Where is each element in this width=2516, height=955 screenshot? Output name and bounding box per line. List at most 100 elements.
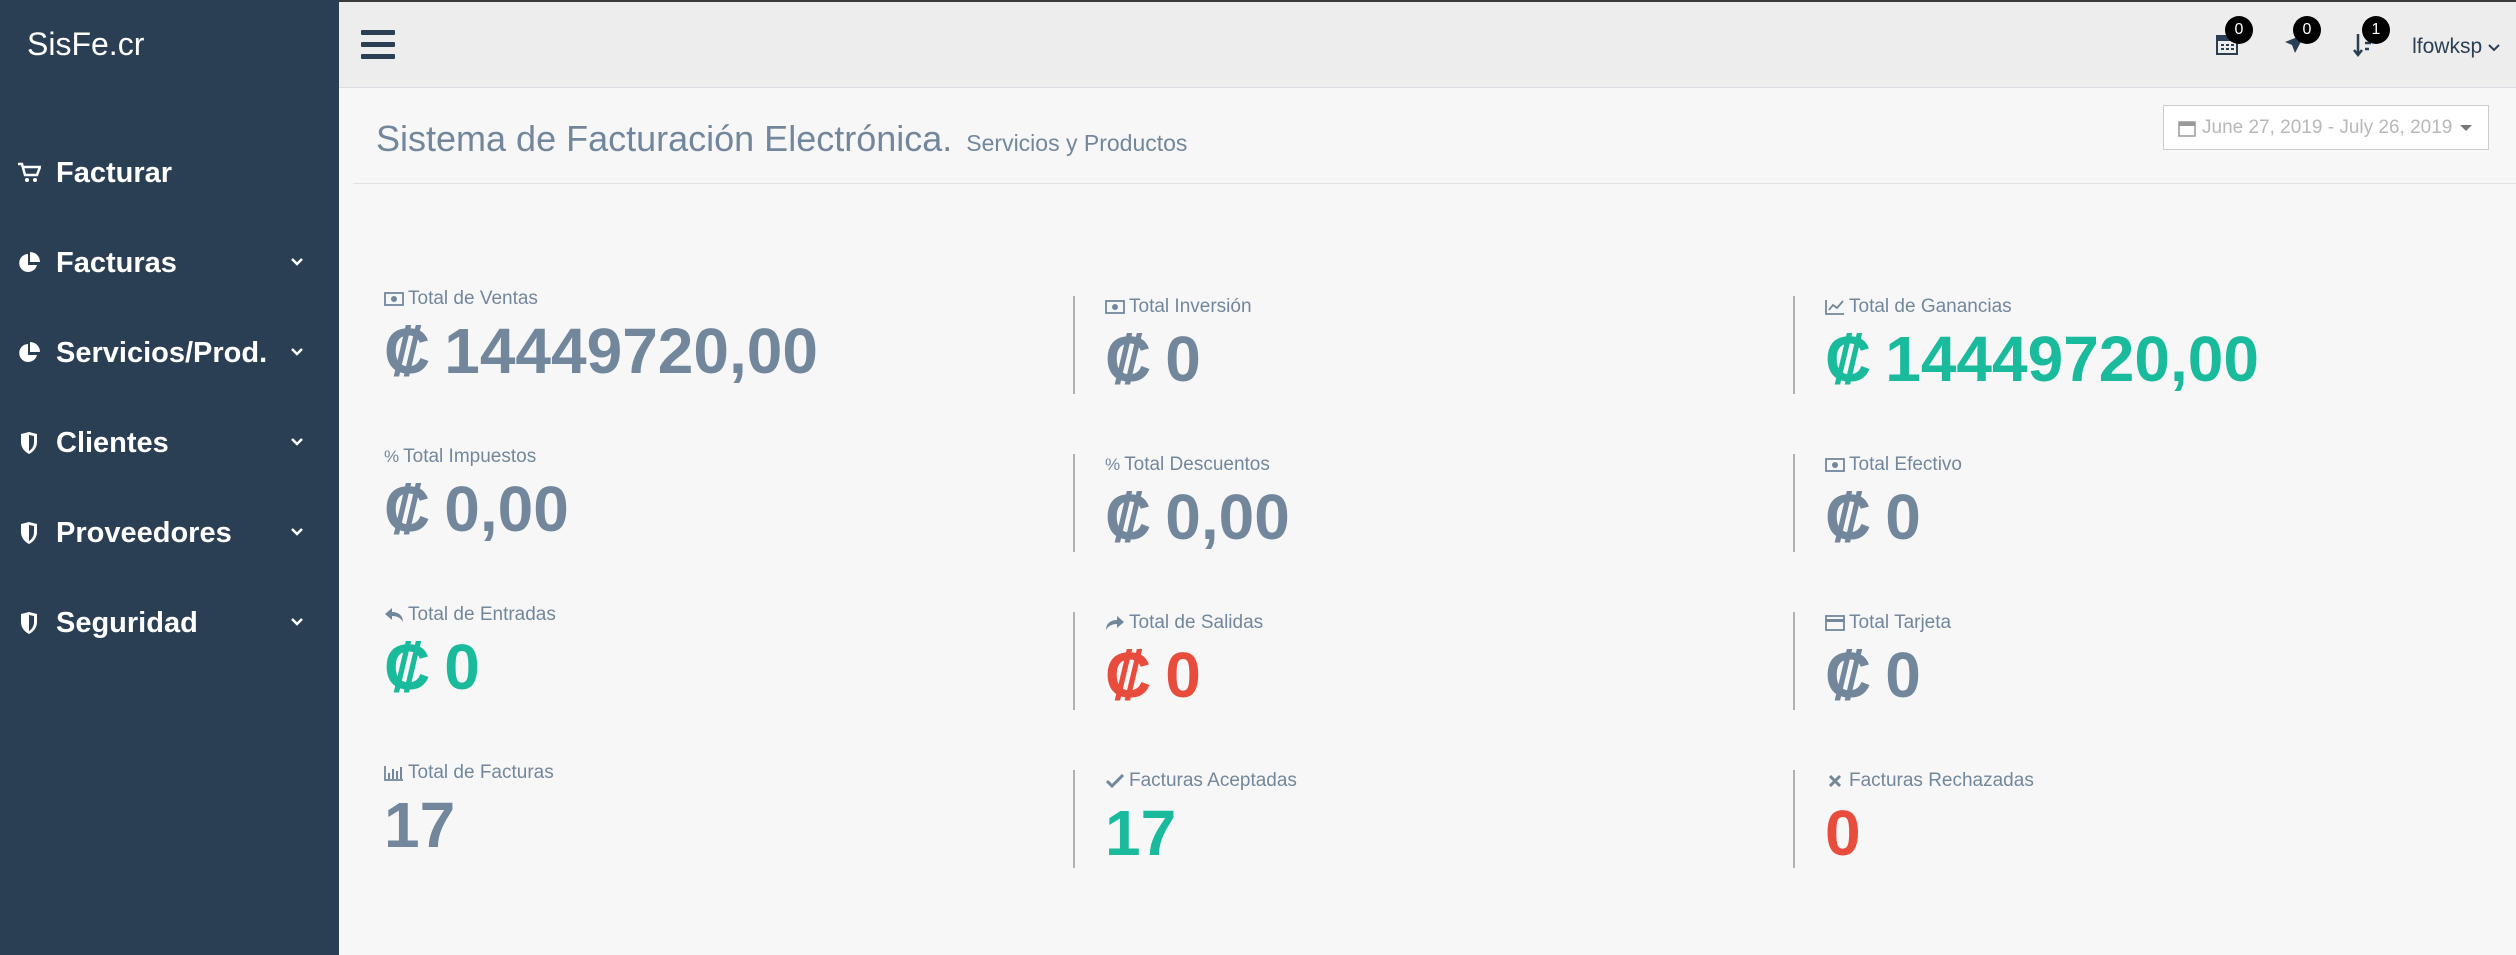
sidebar-item-label: Servicios/Prod. [56, 336, 268, 369]
stat-facturas-aceptadas: Facturas Aceptadas 17 [1073, 770, 1297, 869]
money-icon [384, 289, 404, 309]
sort-button[interactable]: 1 [2352, 16, 2390, 60]
sidebar: SisFe.cr Facturar Facturas Servicios/Pro… [0, 0, 339, 955]
stat-total-impuestos: % Total Impuestos ₡ 0,00 [384, 446, 569, 545]
username-label: lfowksp [2412, 35, 2483, 58]
colon-currency-symbol: ₡ [384, 315, 431, 387]
colon-currency-symbol: ₡ [384, 473, 431, 545]
sidebar-item-seguridad[interactable]: Seguridad [0, 578, 339, 668]
stat-total-inversion: Total Inversión ₡ 0 [1073, 296, 1252, 395]
colon-currency-symbol: ₡ [1105, 639, 1152, 711]
stat-label: Total Impuestos [403, 446, 537, 467]
percent-icon: % [1105, 455, 1121, 474]
page-title: Sistema de Facturación Electrónica. Serv… [376, 118, 1187, 160]
brand-logo[interactable]: SisFe.cr [27, 26, 144, 63]
chevron-down-icon [291, 258, 303, 266]
caret-down-icon [2460, 124, 2473, 131]
stat-label: Total de Salidas [1129, 612, 1264, 633]
colon-currency-symbol: ₡ [1105, 481, 1152, 553]
chevron-down-icon [2488, 44, 2500, 52]
user-menu[interactable]: lfowksp [2412, 35, 2500, 59]
colon-currency-symbol: ₡ [1105, 323, 1152, 395]
stat-label: Total Inversión [1129, 296, 1252, 317]
sidebar-item-servicios[interactable]: Servicios/Prod. [0, 308, 339, 398]
stat-value: ₡ 0,00 [1105, 481, 1290, 553]
stat-label: Total Descuentos [1124, 454, 1270, 475]
money-icon [1105, 297, 1125, 317]
stat-value: ₡ 0,00 [384, 473, 569, 545]
shield-icon [16, 430, 42, 456]
notification-badge: 1 [2362, 16, 2390, 44]
menu-toggle-icon[interactable] [361, 30, 395, 60]
stat-facturas-rechazadas: Facturas Rechazadas 0 [1793, 770, 2034, 869]
stat-value: 17 [1105, 797, 1177, 869]
divider [353, 183, 2516, 184]
messages-button[interactable]: 0 [2283, 16, 2321, 60]
stat-value: ₡ 0 [1105, 323, 1201, 395]
stat-total-entradas: Total de Entradas ₡ 0 [384, 604, 556, 703]
calendar-icon [2178, 120, 2196, 137]
shield-icon [16, 520, 42, 546]
stat-label: Total de Entradas [408, 604, 556, 625]
sidebar-nav: Facturar Facturas Servicios/Prod. Client… [0, 128, 339, 668]
stat-total-tarjeta: Total Tarjeta ₡ 0 [1793, 612, 1952, 711]
shield-icon [16, 610, 42, 636]
sidebar-item-label: Facturas [56, 246, 177, 279]
chevron-down-icon [291, 528, 303, 536]
stat-total-salidas: Total de Salidas ₡ 0 [1073, 612, 1264, 711]
sidebar-item-facturar[interactable]: Facturar [0, 128, 339, 218]
pie-chart-icon [16, 340, 42, 366]
chevron-down-icon [291, 348, 303, 356]
stat-value: ₡ 0 [384, 631, 480, 703]
stat-total-descuentos: % Total Descuentos ₡ 0,00 [1073, 454, 1290, 553]
sidebar-item-label: Seguridad [56, 606, 198, 639]
sidebar-item-label: Clientes [56, 426, 169, 459]
credit-card-icon [1825, 613, 1845, 633]
line-chart-icon [1825, 297, 1845, 317]
stat-total-facturas: Total de Facturas 17 [384, 762, 554, 861]
stat-total-efectivo: Total Efectivo ₡ 0 [1793, 454, 1962, 553]
stat-label: Total de Ventas [408, 288, 538, 309]
sidebar-item-label: Proveedores [56, 516, 232, 549]
stat-total-ganancias: Total de Ganancias ₡ 14449720,00 [1793, 296, 2259, 395]
stat-value: 17 [384, 789, 456, 861]
stat-value: ₡ 0 [1825, 481, 1921, 553]
stat-total-ventas: Total de Ventas ₡ 14449720,00 [384, 288, 818, 387]
stat-label: Total Tarjeta [1849, 612, 1952, 633]
notification-badge: 0 [2225, 16, 2253, 44]
percent-icon: % [384, 447, 400, 466]
chevron-down-icon [291, 438, 303, 446]
stat-value: ₡ 0 [1105, 639, 1201, 711]
share-icon [1105, 613, 1125, 633]
colon-currency-symbol: ₡ [1825, 323, 1872, 395]
page-subtitle: Servicios y Productos [966, 130, 1188, 156]
stat-value: ₡ 0 [1825, 639, 1921, 711]
stat-value: 0 [1825, 797, 1861, 869]
pie-chart-icon [16, 250, 42, 276]
stat-label: Facturas Aceptadas [1129, 770, 1297, 791]
bar-chart-icon [384, 763, 404, 783]
calendar-notifications-button[interactable]: 0 [2215, 16, 2253, 60]
notification-badge: 0 [2293, 16, 2321, 44]
reply-icon [384, 605, 404, 625]
main-content: Sistema de Facturación Electrónica. Serv… [339, 88, 2516, 955]
stat-value: ₡ 14449720,00 [1825, 323, 2259, 395]
page-title-text: Sistema de Facturación Electrónica. [376, 118, 953, 159]
sidebar-item-clientes[interactable]: Clientes [0, 398, 339, 488]
close-icon [1825, 771, 1845, 791]
top-navbar: 0 0 1 lfowksp [339, 0, 2516, 88]
stat-label: Total de Ganancias [1849, 296, 2012, 317]
stat-value: ₡ 14449720,00 [384, 315, 818, 387]
date-range-picker[interactable]: June 27, 2019 - July 26, 2019 [2163, 105, 2489, 150]
date-range-text: June 27, 2019 - July 26, 2019 [2202, 116, 2453, 138]
stat-label: Total Efectivo [1849, 454, 1962, 475]
stat-label: Total de Facturas [408, 762, 554, 783]
colon-currency-symbol: ₡ [384, 631, 431, 703]
check-icon [1105, 771, 1125, 791]
sidebar-item-proveedores[interactable]: Proveedores [0, 488, 339, 578]
colon-currency-symbol: ₡ [1825, 639, 1872, 711]
money-icon [1825, 455, 1845, 475]
shopping-cart-icon [16, 160, 42, 186]
sidebar-item-facturas[interactable]: Facturas [0, 218, 339, 308]
stat-label: Facturas Rechazadas [1849, 770, 2034, 791]
